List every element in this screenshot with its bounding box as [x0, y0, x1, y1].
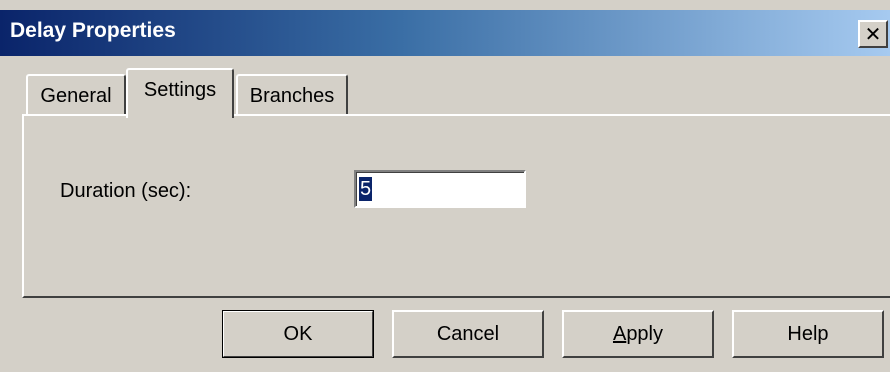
ok-button[interactable]: OK — [222, 310, 374, 358]
duration-input[interactable]: 5 — [354, 170, 526, 208]
title-bar[interactable]: Delay Properties ✕ — [0, 10, 890, 56]
tab-settings-label: Settings — [143, 78, 217, 101]
tab-settings[interactable]: Settings — [126, 68, 234, 118]
cancel-button[interactable]: Cancel — [392, 310, 544, 358]
tab-branches[interactable]: Branches — [236, 74, 348, 116]
tab-general[interactable]: General — [26, 74, 126, 116]
duration-value: 5 — [359, 177, 373, 201]
delay-properties-dialog: Delay Properties ✕ General Settings Bran… — [0, 0, 890, 372]
apply-button-label: Apply — [613, 323, 663, 346]
close-icon: ✕ — [864, 22, 882, 46]
apply-button[interactable]: Apply — [562, 310, 714, 358]
help-button[interactable]: Help — [732, 310, 884, 358]
tab-general-label: General — [40, 84, 112, 107]
apply-accelerator: A — [612, 322, 627, 345]
settings-tab-panel: Duration (sec): 5 — [22, 114, 890, 298]
cancel-button-label: Cancel — [436, 322, 500, 345]
close-button[interactable]: ✕ — [858, 20, 888, 48]
window-title: Delay Properties — [10, 19, 176, 42]
duration-label: Duration (sec): — [60, 180, 192, 202]
tab-branches-label: Branches — [249, 84, 335, 107]
apply-label-rest: pply — [626, 322, 664, 345]
help-button-label: Help — [787, 322, 829, 345]
ok-button-label: OK — [283, 322, 313, 345]
